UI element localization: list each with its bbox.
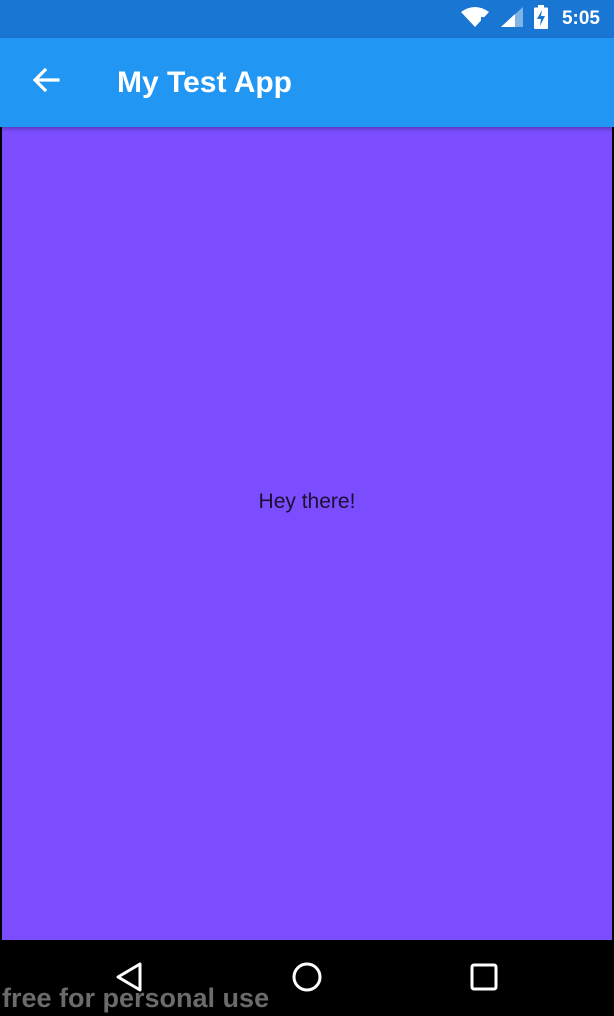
status-icons: 5:05 (460, 0, 600, 38)
status-time: 5:05 (561, 8, 600, 29)
back-button[interactable] (20, 60, 72, 104)
watermark: free for personal use (2, 983, 270, 1013)
home-circle-icon (291, 961, 323, 998)
nav-home-button[interactable] (285, 960, 329, 998)
main-content: Hey there! (2, 127, 612, 940)
nav-recents-button[interactable] (462, 960, 506, 998)
status-bar: 5:05 (0, 0, 614, 38)
app-title: My Test App (117, 66, 293, 99)
arrow-back-icon (32, 66, 60, 99)
signal-icon (500, 6, 524, 33)
greeting-text: Hey there! (258, 489, 356, 513)
wifi-icon (460, 6, 490, 33)
app-bar: My Test App (0, 38, 614, 127)
recents-square-icon (469, 962, 499, 997)
battery-charging-icon (533, 4, 548, 34)
